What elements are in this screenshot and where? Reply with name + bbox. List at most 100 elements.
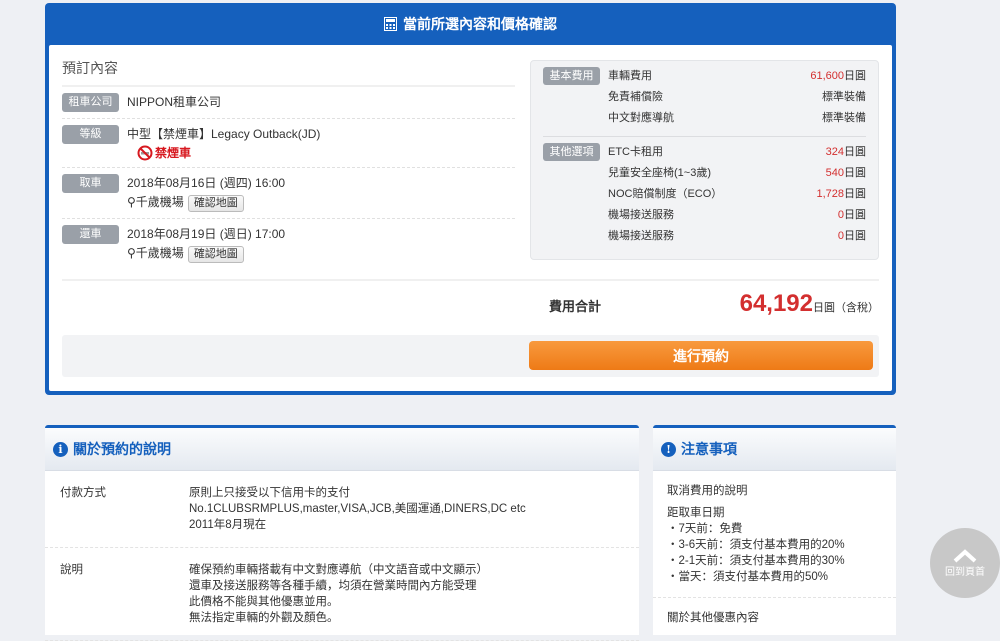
fee-unit: 日圓 — [844, 146, 866, 158]
cancel-item: ・7天前：免費 — [667, 523, 743, 535]
map-pin-icon: ⚲ — [127, 246, 136, 260]
basic-fees-label: 基本費用 — [543, 67, 600, 85]
fee-unit: 標準裝備 — [822, 91, 866, 103]
return-label: 還車 — [62, 225, 119, 244]
fee-name: 車輛費用 — [608, 70, 652, 82]
fee-name: 機場接送服務 — [608, 209, 674, 221]
fee-name: NOC賠償制度（ECO） — [608, 188, 723, 200]
class-value: 中型【禁煙車】Legacy Outback(JD) — [127, 127, 321, 141]
total-unit: 日圓（含稅） — [813, 302, 879, 314]
exclamation-icon: ! — [661, 441, 676, 457]
fee-amount: 540 — [825, 167, 844, 179]
confirm-panel: 當前所選內容和價格確認 預訂內容 租車公司 NIPPON租車公司 等級 中型【禁… — [45, 3, 896, 395]
fee-unit: 日圓 — [844, 209, 866, 221]
fee-value: 0日圓 — [838, 206, 866, 227]
about-row-key: 付款方式 — [60, 487, 106, 499]
cancel-item: ・2-1天前：須支付基本費用的30% — [667, 555, 845, 567]
cancel-item: ・3-6天前：須支付基本費用的20% — [667, 539, 845, 551]
about-row: 付款方式 原則上只接受以下信用卡的支付 No.1CLUBSRMPLUS,master… — [45, 471, 639, 548]
back-to-top-label: 回到頁首 — [945, 566, 985, 578]
pickup-map-button[interactable]: 確認地圖 — [187, 195, 244, 212]
about-row-content: 確保預約車輛搭載有中文對應導航（中文語音或中文顯示） 還車及接送服務等各種手續，均… — [189, 562, 488, 626]
fee-unit: 日圓 — [844, 230, 866, 242]
about-row-line: No.1CLUBSRMPLUS,master,VISA,JCB,美國運通,DIN… — [189, 503, 526, 515]
about-booking-card: i 關於預約的說明 付款方式 原則上只接受以下信用卡的支付 No.1CLUBSRMPL… — [45, 425, 639, 641]
return-datetime: 2018年08月19日 (週日) 17:00 — [127, 227, 286, 241]
about-row-content: 原則上只接受以下信用卡的支付 No.1CLUBSRMPLUS,master,VIS… — [189, 485, 526, 533]
cancel-title: 取消費用的說明 — [667, 485, 748, 497]
total-label: 費用合計 — [549, 299, 602, 314]
pickup-datetime: 2018年08月16日 (週四) 16:00 — [127, 176, 286, 190]
fee-value: 540日圓 — [826, 164, 866, 185]
about-row-line: 2011年8月現在 — [189, 519, 267, 531]
option-fees: 其他選項 ETC卡租用 324日圓 兒童安全座椅(1~3歲) 540日圓 NOC賠償制度… — [543, 136, 866, 248]
fee-value: 0日圓 — [838, 227, 866, 248]
other-offers-title: 關於其他優惠內容 — [667, 612, 759, 624]
class-row: 等級 中型【禁煙車】Legacy Outback(JD) 禁煙車 — [62, 119, 515, 168]
class-label: 等級 — [62, 125, 119, 144]
fee-unit: 日圓 — [844, 188, 866, 200]
about-row-key: 說明 — [60, 564, 83, 576]
option-fees-label: 其他選項 — [543, 143, 600, 161]
fee-item: 機場接送服務 0日圓 — [608, 227, 866, 248]
calculator-icon — [384, 17, 397, 31]
fee-value: 標準裝備 — [822, 88, 866, 109]
book-button[interactable]: 進行預約 — [529, 341, 873, 370]
fee-value: 324日圓 — [826, 143, 866, 164]
pickup-location: 千歲機場 — [135, 195, 184, 209]
about-row-line: 還車及接送服務等各種手續，均須在營業時間內方能受理 — [189, 580, 477, 592]
cancel-item: ・當天：須支付基本費用的50% — [667, 571, 829, 583]
confirm-panel-title: 當前所選內容和價格確認 — [403, 16, 557, 32]
fee-item: NOC賠償制度（ECO） 1,728日圓 — [608, 185, 866, 206]
confirm-panel-header: 當前所選內容和價格確認 — [45, 3, 896, 45]
fee-item: 機場接送服務 0日圓 — [608, 206, 866, 227]
fee-name: 免責補償險 — [608, 91, 663, 103]
about-title: 關於預約的說明 — [73, 441, 171, 457]
fee-name: ETC卡租用 — [608, 146, 663, 158]
fee-amount: 61,600 — [810, 70, 844, 82]
fee-item: ETC卡租用 324日圓 — [608, 143, 866, 164]
fee-unit: 標準裝備 — [822, 112, 866, 124]
company-row: 租車公司 NIPPON租車公司 — [62, 87, 515, 119]
return-row: 還車 2018年08月19日 (週日) 17:00 ⚲千歲機場 確認地圖 — [62, 219, 515, 269]
company-label: 租車公司 — [62, 93, 119, 112]
basic-fees: 基本費用 車輛費用 61,600日圓 免責補償險 標準裝備 中文對應導航 標準裝備 — [543, 67, 866, 130]
about-row-line: 確保預約車輛搭載有中文對應導航（中文語音或中文顯示） — [189, 564, 488, 576]
fee-unit: 日圓 — [844, 167, 866, 179]
cancel-subtitle: 距取車日期 — [667, 507, 725, 519]
divider — [62, 279, 879, 281]
about-row-line: 原則上只接受以下信用卡的支付 — [189, 487, 350, 499]
notes-title: 注意事項 — [681, 441, 737, 457]
no-smoking-icon — [137, 145, 153, 160]
fee-item: 兒童安全座椅(1~3歲) 540日圓 — [608, 164, 866, 185]
info-icon: i — [53, 441, 68, 457]
booking-title: 預訂內容 — [62, 55, 515, 87]
fee-value: 1,728日圓 — [816, 185, 866, 206]
pickup-row: 取車 2018年08月16日 (週四) 16:00 ⚲千歲機場 確認地圖 — [62, 168, 515, 219]
fee-unit: 日圓 — [844, 70, 866, 82]
company-value: NIPPON租車公司 — [127, 95, 222, 109]
fee-amount: 324 — [825, 146, 844, 158]
return-map-button[interactable]: 確認地圖 — [187, 246, 244, 263]
non-smoking-text: 禁煙車 — [155, 146, 192, 160]
non-smoking-badge: 禁煙車 — [137, 144, 320, 161]
return-location: 千歲機場 — [135, 246, 184, 260]
fee-name: 兒童安全座椅(1~3歲) — [608, 167, 711, 179]
about-row-line: 此價格不能與其他優惠並用。 — [189, 596, 339, 608]
chevron-up-icon — [953, 548, 977, 562]
about-row: 說明 確保預約車輛搭載有中文對應導航（中文語音或中文顯示） 還車及接送服務等各種手續… — [45, 548, 639, 641]
map-pin-icon: ⚲ — [127, 195, 136, 209]
fee-value: 61,600日圓 — [810, 67, 866, 88]
fee-item: 中文對應導航 標準裝備 — [608, 109, 866, 130]
total-row: 費用合計 64,192日圓（含稅） — [549, 290, 879, 318]
notes-card: ! 注意事項 取消費用的說明 距取車日期 ・7天前：免費・3-6天前：須支付基本費… — [653, 425, 896, 635]
fee-value: 標準裝備 — [822, 109, 866, 130]
back-to-top-button[interactable]: 回到頁首 — [930, 528, 1000, 598]
fee-item: 免責補償險 標準裝備 — [608, 88, 866, 109]
fee-name: 中文對應導航 — [608, 112, 674, 124]
fee-item: 車輛費用 61,600日圓 — [608, 67, 866, 88]
booking-details: 預訂內容 租車公司 NIPPON租車公司 等級 中型【禁煙車】Legacy Ou… — [62, 55, 515, 269]
pickup-label: 取車 — [62, 174, 119, 193]
fee-breakdown: 基本費用 車輛費用 61,600日圓 免責補償險 標準裝備 中文對應導航 標準裝備 其他選… — [530, 60, 879, 260]
total-amount: 64,192 — [739, 290, 813, 317]
